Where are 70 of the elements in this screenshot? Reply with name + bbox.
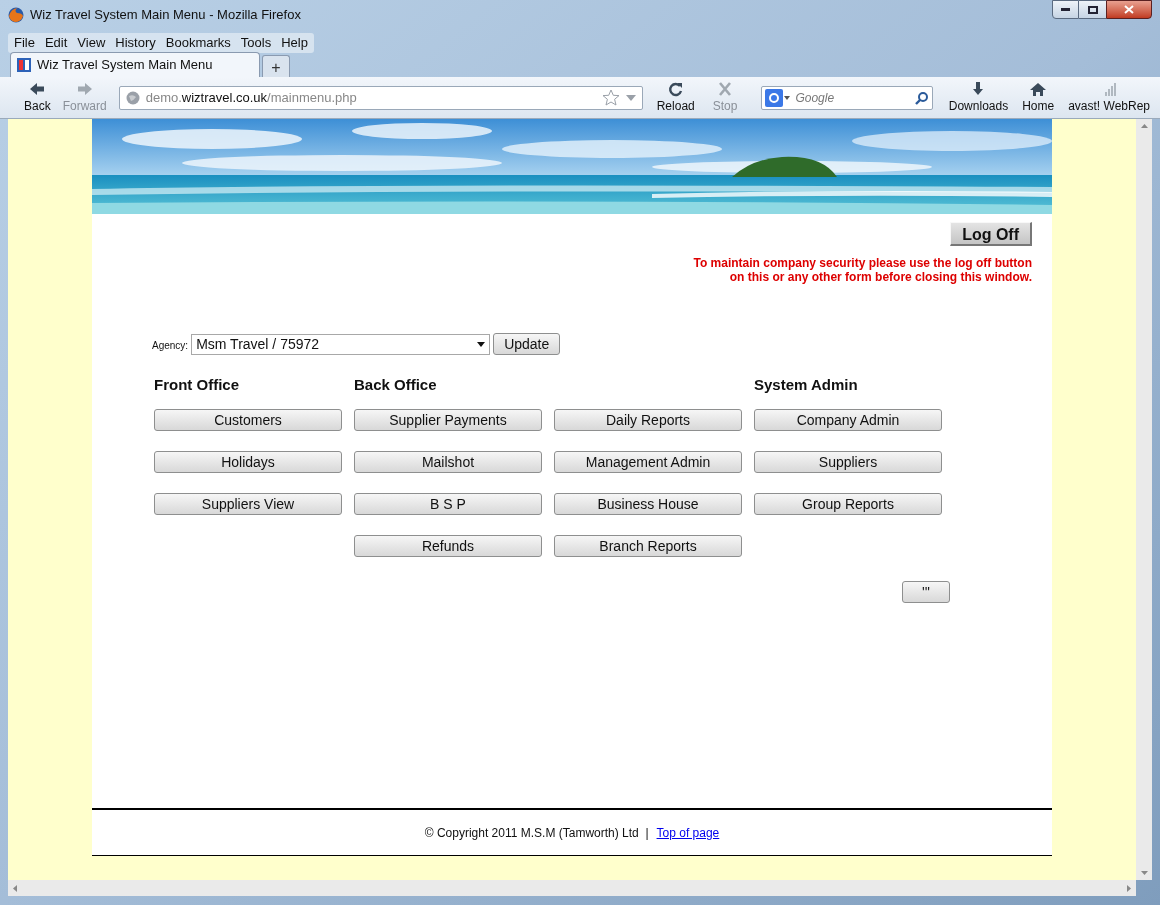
- minimize-icon: [1061, 8, 1070, 11]
- home-icon: [1029, 80, 1048, 97]
- reload-icon: [666, 80, 685, 97]
- page-favicon-icon: [17, 58, 31, 72]
- vertical-scrollbar[interactable]: [1136, 119, 1152, 880]
- menu-item[interactable]: View: [72, 33, 111, 53]
- menu-item[interactable]: Bookmarks: [160, 33, 236, 53]
- security-notice: To maintain company security please use the log off button: [693, 256, 1032, 270]
- menu-button[interactable]: Business House: [554, 493, 742, 515]
- menu-button[interactable]: Mailshot: [354, 451, 542, 473]
- menu-button[interactable]: Customers: [154, 409, 342, 431]
- url-text: demo.wiztravel.co.uk/mainmenu.php: [145, 88, 357, 107]
- address-field[interactable]: demo.wiztravel.co.uk/mainmenu.php: [118, 85, 643, 110]
- menu-item[interactable]: Edit: [39, 33, 73, 53]
- dropdown-arrow-icon: [625, 94, 636, 101]
- section-heading: Back Office: [354, 376, 437, 393]
- browser-logo-icon: [8, 7, 24, 23]
- copyright-text: © Copyright 2011 M.S.M (Tamworth) Ltd |: [424, 824, 649, 842]
- close-icon: [1124, 5, 1134, 14]
- search-field[interactable]: Google: [761, 85, 934, 110]
- downloads-button[interactable]: Downloads: [944, 77, 1013, 118]
- maximize-icon: [1087, 5, 1098, 14]
- scroll-right-icon: [1127, 884, 1131, 892]
- scroll-down-icon: [1140, 871, 1148, 875]
- window-title: Wiz Travel System Main Menu - Mozilla Firefox: [30, 6, 301, 25]
- update-button[interactable]: Update: [493, 333, 561, 355]
- forward-arrow-icon: [75, 80, 94, 97]
- new-tab-button[interactable]: +: [262, 55, 290, 77]
- globe-icon: [125, 90, 140, 105]
- tab-title: Wiz Travel System Main Menu: [37, 56, 213, 75]
- menu-button[interactable]: Company Admin: [754, 409, 942, 431]
- maximize-button[interactable]: [1079, 0, 1106, 19]
- menu-button[interactable]: Supplier Payments: [354, 409, 542, 431]
- menu-button[interactable]: Management Admin: [554, 451, 742, 473]
- reload-button[interactable]: Reload: [652, 77, 699, 118]
- extra-button[interactable]: ''': [902, 581, 950, 603]
- menu-button[interactable]: Refunds: [354, 535, 542, 557]
- menu-button[interactable]: Daily Reports: [554, 409, 742, 431]
- section-heading: System Admin: [754, 376, 858, 393]
- menu-item[interactable]: Help: [276, 33, 313, 53]
- home-button[interactable]: Home: [1018, 77, 1059, 118]
- scroll-left-icon: [13, 884, 17, 892]
- menu-item[interactable]: File: [9, 33, 40, 53]
- menu-button[interactable]: Suppliers: [754, 451, 942, 473]
- close-button[interactable]: [1106, 0, 1152, 19]
- webrep-button[interactable]: avast! WebRep: [1064, 77, 1154, 118]
- menu-button[interactable]: B S P: [354, 493, 542, 515]
- dropdown-arrow-icon: [477, 341, 486, 347]
- search-engine-icon: [765, 88, 792, 107]
- agency-label: Agency:: [152, 338, 189, 353]
- agency-select[interactable]: Msm Travel / 75972: [191, 333, 491, 355]
- back-button[interactable]: Back: [20, 77, 55, 118]
- browser-tab[interactable]: Wiz Travel System Main Menu: [10, 52, 260, 77]
- security-notice: on this or any other form before closing this window.: [729, 270, 1032, 284]
- minimize-button[interactable]: [1052, 0, 1079, 19]
- back-arrow-icon: [28, 80, 47, 97]
- log-off-button[interactable]: Log Off: [950, 222, 1032, 246]
- search-input[interactable]: Google: [795, 88, 906, 107]
- menu-button[interactable]: Group Reports: [754, 493, 942, 515]
- menu-button[interactable]: Suppliers View: [154, 493, 342, 515]
- horizontal-scrollbar[interactable]: [8, 880, 1136, 896]
- star-icon: [601, 89, 620, 106]
- menu-button[interactable]: Branch Reports: [554, 535, 742, 557]
- menu-button[interactable]: Holidays: [154, 451, 342, 473]
- scroll-up-icon: [1140, 124, 1148, 128]
- section-heading: Front Office: [154, 376, 239, 393]
- menu-item[interactable]: Tools: [235, 33, 277, 53]
- top-of-page-link[interactable]: Top of page: [656, 823, 720, 842]
- search-icon: [915, 90, 930, 105]
- menu-item[interactable]: History: [110, 33, 161, 53]
